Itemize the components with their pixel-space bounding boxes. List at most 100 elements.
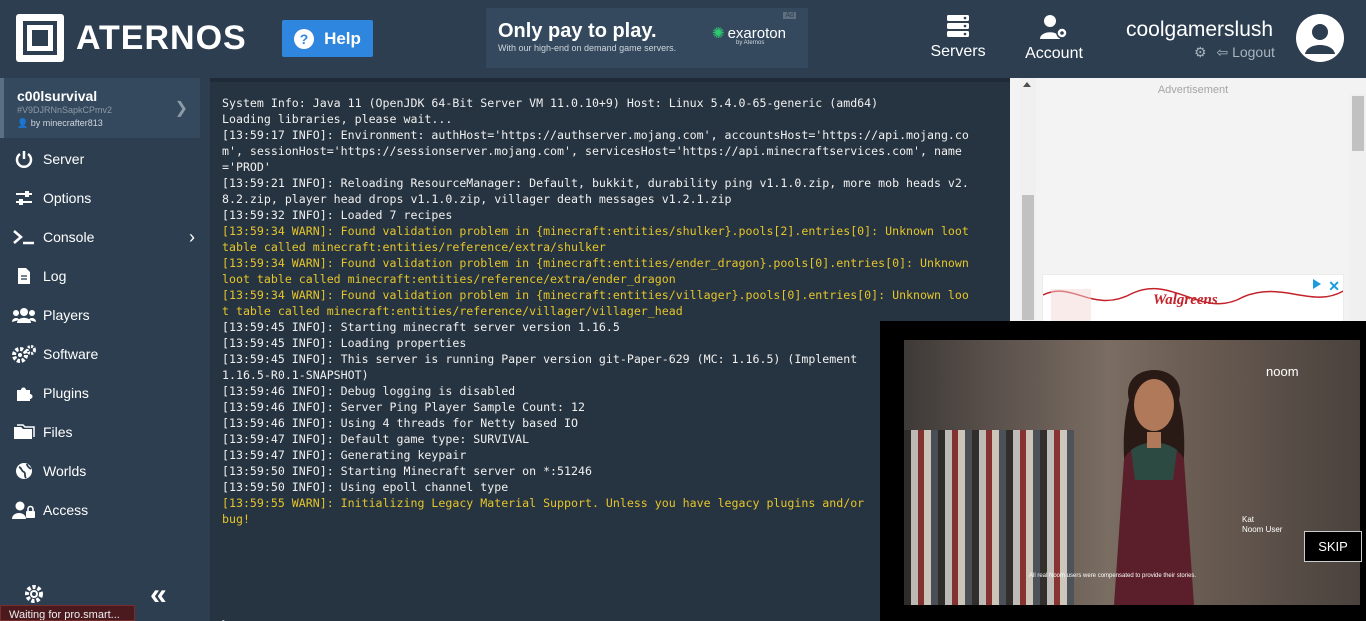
sidebar-item-label: Log (43, 268, 67, 284)
ad-choices-icon[interactable] (1313, 279, 1321, 289)
aternos-logo-icon (16, 14, 64, 62)
sidebar-item-server[interactable]: Server (12, 147, 197, 171)
sidebar-item-label: Server (43, 151, 85, 167)
console-line: [13:59:47 INFO]: Generating keypair (222, 448, 467, 462)
exaroton-banner-ad[interactable]: Only pay to play. With our high-end on d… (486, 8, 808, 68)
nav-servers-label: Servers (930, 43, 986, 60)
user-lock-icon (12, 501, 36, 519)
sidebar-item-plugins[interactable]: Plugins (12, 381, 197, 405)
folder-icon (12, 424, 36, 440)
ad-scrollbar-thumb[interactable] (1022, 195, 1034, 320)
console-line: m', sessionHost='https://sessionserver.m… (222, 144, 962, 158)
sliders-icon (12, 190, 36, 206)
server-name: c00lsurvival (17, 88, 98, 104)
sidebar-item-options[interactable]: Options (12, 186, 197, 210)
sidebar-item-files[interactable]: Files (12, 420, 197, 444)
sidebar-item-software[interactable]: Software (12, 342, 197, 366)
console-line: table called minecraft:entities/referenc… (222, 240, 606, 254)
nav-account-label: Account (1025, 45, 1083, 62)
username[interactable]: coolgamerslush (1126, 18, 1273, 42)
sidebar-item-worlds[interactable]: Worlds (12, 459, 197, 483)
logout-link[interactable]: ⇦ Logout (1216, 44, 1274, 60)
help-label: Help (324, 28, 361, 48)
console-line: [13:59:47 INFO]: Default game type: SURV… (222, 432, 530, 446)
puzzle-icon (12, 384, 36, 402)
sidebar-item-label: Access (43, 502, 89, 518)
cogs-icon (12, 345, 36, 363)
power-icon (12, 150, 36, 168)
user-actions: ⚙ ⇦ Logout (1194, 44, 1275, 61)
sidebar-item-label: Console (43, 229, 95, 245)
users-icon (12, 307, 36, 323)
server-id: #V9DJRNnSapkCPmv2 (17, 105, 113, 115)
banner-subline: With our high-end on demand game servers… (498, 43, 677, 53)
gear-icon (25, 585, 43, 603)
sidebar-item-log[interactable]: Log (12, 264, 197, 288)
console-line: 1.16.5-R0.1-SNAPSHOT) (222, 368, 369, 382)
console-line: [13:59:34 WARN]: Found validation proble… (222, 224, 969, 238)
collapse-sidebar-button[interactable]: « (150, 578, 167, 612)
sidebar-item-players[interactable]: Players (12, 303, 197, 327)
console-line: [13:59:45 INFO]: Starting minecraft serv… (222, 320, 620, 334)
user-avatar-icon (1305, 24, 1335, 54)
console-line: t table called minecraft:entities/refere… (222, 304, 683, 318)
ad-badge: Ad (783, 12, 796, 19)
noom-logo: noom (1266, 364, 1299, 379)
help-button[interactable]: ? Help (282, 20, 373, 57)
question-icon: ? (294, 28, 315, 49)
sidebar-item-console[interactable]: Console › (12, 225, 197, 249)
sidebar-item-label: Files (43, 424, 73, 440)
console-line: [13:59:45 INFO]: Loading properties (222, 336, 467, 350)
sidebar-item-access[interactable]: Access (12, 498, 197, 522)
console-line: [13:59:17 INFO]: Environment: authHost='… (222, 128, 969, 142)
browser-status-bar: Waiting for pro.smart... (0, 605, 135, 621)
video-ad-player[interactable]: noom Kat Noom User All real Noom users w… (880, 321, 1366, 621)
exaroton-logo-icon: ✺ (712, 25, 725, 42)
avatar[interactable] (1296, 14, 1344, 62)
console-line: [13:59:45 INFO]: This server is running … (222, 352, 858, 366)
sidebar: c00lsurvival #V9DJRNnSapkCPmv2 👤 by mine… (0, 78, 200, 621)
page-scrollbar-thumb[interactable] (1352, 96, 1364, 151)
scroll-up-arrow-icon[interactable] (1023, 82, 1031, 87)
sidebar-item-label: Plugins (43, 385, 89, 401)
server-owner: 👤 by minecrafter813 (17, 118, 103, 128)
console-prompt[interactable]: > (222, 616, 229, 621)
file-icon (12, 267, 36, 285)
console-line: [13:59:21 INFO]: Reloading ResourceManag… (222, 176, 969, 190)
console-line: [13:59:34 WARN]: Found validation proble… (222, 288, 969, 302)
skip-ad-button[interactable]: SKIP (1304, 531, 1362, 562)
console-log-lines: System Info: Java 11 (OpenJDK 64-Bit Ser… (222, 95, 969, 527)
video-disclaimer: All real Noom users were compensated to … (1029, 573, 1197, 579)
aternos-logo[interactable]: ATERNOS (16, 14, 247, 62)
sidebar-item-label: Worlds (43, 463, 87, 479)
logout-icon: ⇦ (1216, 44, 1229, 60)
server-switcher[interactable]: c00lsurvival #V9DJRNnSapkCPmv2 👤 by mine… (0, 78, 200, 138)
console-line: System Info: Java 11 (OpenJDK 64-Bit Ser… (222, 96, 879, 110)
console-line: loot table called minecraft:entities/ref… (222, 272, 676, 286)
logo-text: ATERNOS (76, 18, 247, 57)
console-line: [13:59:46 INFO]: Using 4 threads for Net… (222, 416, 578, 430)
sidebar-item-label: Options (43, 190, 92, 206)
console-line: 8.2.zip, player head drops v1.1.0.zip, v… (222, 192, 732, 206)
console-line: bug! (222, 512, 250, 526)
sidebar-item-label: Software (43, 346, 99, 362)
console-line: [13:59:46 INFO]: Debug logging is disabl… (222, 384, 516, 398)
video-caption: Kat Noom User (1242, 515, 1283, 534)
console-line: [13:59:46 INFO]: Server Ping Player Samp… (222, 400, 585, 414)
walgreens-logo: Walgreens (1153, 292, 1218, 308)
advertisement-label: Advertisement (1157, 84, 1229, 96)
console-line: Loading libraries, please wait... (222, 112, 453, 126)
console-line: ='PROD' (222, 160, 271, 174)
console-line: [13:59:55 WARN]: Initializing Legacy Mat… (222, 496, 865, 510)
console-line: [13:59:50 INFO]: Using epoll channel typ… (222, 480, 509, 494)
banner-headline: Only pay to play. (498, 20, 657, 42)
nav-servers[interactable]: Servers (930, 14, 986, 61)
terminal-icon (12, 229, 36, 245)
nav-account[interactable]: Account (1024, 14, 1084, 63)
console-line: [13:59:50 INFO]: Starting Minecraft serv… (222, 464, 592, 478)
walgreens-ad[interactable]: Walgreens ✕ (1042, 274, 1344, 322)
servers-icon (947, 15, 969, 37)
settings-gear-icon[interactable]: ⚙ (1194, 44, 1207, 60)
close-icon[interactable]: ✕ (1328, 278, 1340, 295)
sidebar-item-label: Players (43, 307, 90, 323)
